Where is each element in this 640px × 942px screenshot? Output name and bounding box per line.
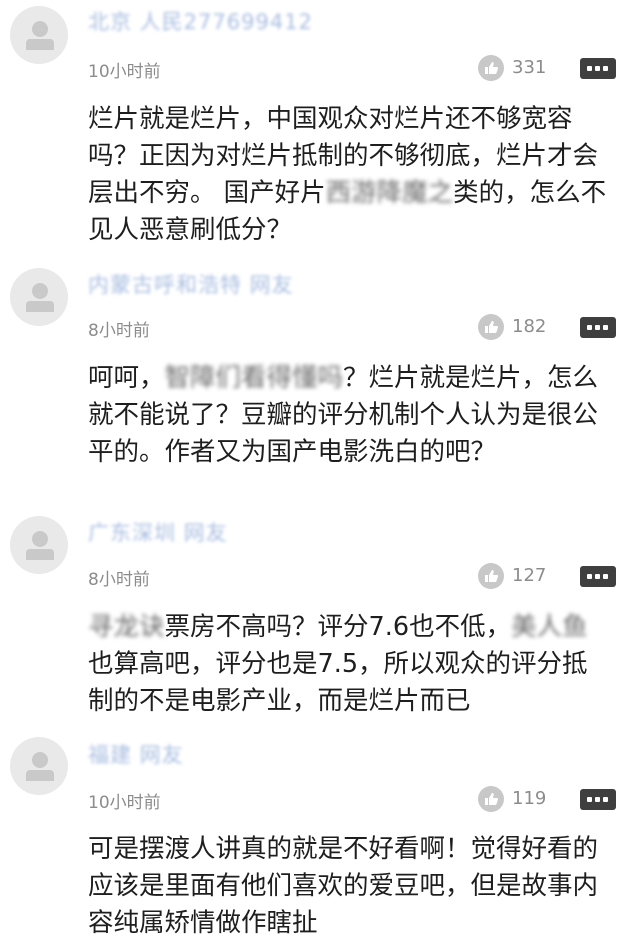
thumbs-up-icon[interactable] <box>478 563 504 589</box>
avatar-icon[interactable] <box>10 737 68 795</box>
comment-time: 8小时前 <box>88 321 150 341</box>
comment-author[interactable]: 北京 人民277699412 <box>88 6 313 36</box>
like-count: 182 <box>512 316 547 337</box>
more-icon[interactable] <box>580 58 616 79</box>
comment-author[interactable]: 内蒙古呼和浩特 网友 <box>88 269 294 299</box>
comment-time: 8小时前 <box>88 570 150 590</box>
comment-time: 10小时前 <box>88 62 161 82</box>
blurred-text: 智障们看得懂吗 <box>164 363 344 393</box>
avatar-icon[interactable] <box>10 268 68 326</box>
blurred-text: 美人鱼 <box>511 612 588 642</box>
comment-author[interactable]: 广东深圳 网友 <box>88 517 228 547</box>
like-count: 331 <box>512 57 547 78</box>
avatar-icon[interactable] <box>10 516 68 574</box>
blurred-text: 寻龙诀 <box>88 612 165 642</box>
avatar-icon[interactable] <box>10 6 68 64</box>
comment-author[interactable]: 福建 网友 <box>88 739 184 769</box>
thumbs-up-icon[interactable] <box>478 55 504 81</box>
more-icon[interactable] <box>580 317 616 338</box>
comment-time: 10小时前 <box>88 793 161 813</box>
more-icon[interactable] <box>580 789 616 810</box>
comment-text: 烂片就是烂片，中国观众对烂片还不够宽容吗？正因为对烂片抵制的不够彻底，烂片才会层… <box>88 104 607 245</box>
blurred-text: 西游降魔之 <box>325 178 454 208</box>
comment-text: 呵呵，智障们看得懂吗？烂片就是烂片，怎么就不能说了？豆瓣的评分机制个人认为是很公… <box>88 363 599 467</box>
more-icon[interactable] <box>580 566 616 587</box>
comment-text: 寻龙诀票房不高吗？评分7.6也不低，美人鱼也算高吧，评分也是7.5，所以观众的评… <box>88 612 588 716</box>
thumbs-up-icon[interactable] <box>478 786 504 812</box>
like-count: 127 <box>512 565 547 586</box>
like-count: 119 <box>512 788 547 809</box>
thumbs-up-icon[interactable] <box>478 314 504 340</box>
comment-text: 可是摆渡人讲真的就是不好看啊！觉得好看的应该是里面有他们喜欢的爱豆吧，但是故事内… <box>88 834 599 938</box>
